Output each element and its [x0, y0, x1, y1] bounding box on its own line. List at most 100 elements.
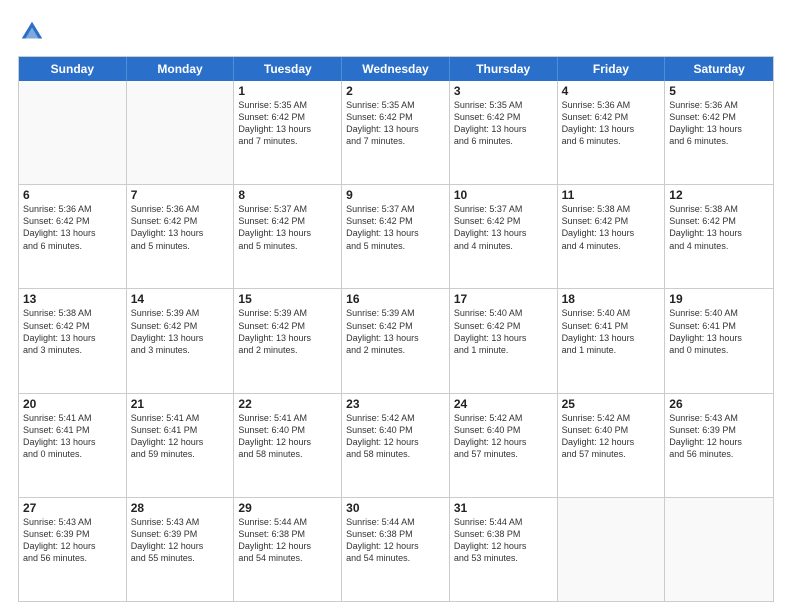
day-info: Sunrise: 5:41 AM Sunset: 6:40 PM Dayligh… [238, 412, 337, 461]
day-number: 31 [454, 501, 553, 515]
day-cell-19: 19Sunrise: 5:40 AM Sunset: 6:41 PM Dayli… [665, 289, 773, 392]
day-number: 11 [562, 188, 661, 202]
header-day-saturday: Saturday [665, 57, 773, 81]
day-number: 4 [562, 84, 661, 98]
day-number: 18 [562, 292, 661, 306]
day-number: 10 [454, 188, 553, 202]
day-info: Sunrise: 5:40 AM Sunset: 6:41 PM Dayligh… [562, 307, 661, 356]
calendar: SundayMondayTuesdayWednesdayThursdayFrid… [18, 56, 774, 602]
day-cell-28: 28Sunrise: 5:43 AM Sunset: 6:39 PM Dayli… [127, 498, 235, 601]
day-info: Sunrise: 5:43 AM Sunset: 6:39 PM Dayligh… [131, 516, 230, 565]
day-info: Sunrise: 5:37 AM Sunset: 6:42 PM Dayligh… [238, 203, 337, 252]
day-cell-9: 9Sunrise: 5:37 AM Sunset: 6:42 PM Daylig… [342, 185, 450, 288]
header-day-sunday: Sunday [19, 57, 127, 81]
day-number: 14 [131, 292, 230, 306]
day-cell-16: 16Sunrise: 5:39 AM Sunset: 6:42 PM Dayli… [342, 289, 450, 392]
day-info: Sunrise: 5:42 AM Sunset: 6:40 PM Dayligh… [562, 412, 661, 461]
day-info: Sunrise: 5:38 AM Sunset: 6:42 PM Dayligh… [562, 203, 661, 252]
day-cell-21: 21Sunrise: 5:41 AM Sunset: 6:41 PM Dayli… [127, 394, 235, 497]
header-day-wednesday: Wednesday [342, 57, 450, 81]
day-cell-4: 4Sunrise: 5:36 AM Sunset: 6:42 PM Daylig… [558, 81, 666, 184]
calendar-body: 1Sunrise: 5:35 AM Sunset: 6:42 PM Daylig… [19, 81, 773, 601]
day-number: 9 [346, 188, 445, 202]
day-number: 21 [131, 397, 230, 411]
day-info: Sunrise: 5:35 AM Sunset: 6:42 PM Dayligh… [454, 99, 553, 148]
week-row-5: 27Sunrise: 5:43 AM Sunset: 6:39 PM Dayli… [19, 497, 773, 601]
day-info: Sunrise: 5:42 AM Sunset: 6:40 PM Dayligh… [346, 412, 445, 461]
day-cell-6: 6Sunrise: 5:36 AM Sunset: 6:42 PM Daylig… [19, 185, 127, 288]
day-info: Sunrise: 5:35 AM Sunset: 6:42 PM Dayligh… [346, 99, 445, 148]
day-info: Sunrise: 5:44 AM Sunset: 6:38 PM Dayligh… [454, 516, 553, 565]
day-number: 28 [131, 501, 230, 515]
day-info: Sunrise: 5:39 AM Sunset: 6:42 PM Dayligh… [131, 307, 230, 356]
day-number: 20 [23, 397, 122, 411]
day-cell-2: 2Sunrise: 5:35 AM Sunset: 6:42 PM Daylig… [342, 81, 450, 184]
day-number: 23 [346, 397, 445, 411]
day-info: Sunrise: 5:37 AM Sunset: 6:42 PM Dayligh… [346, 203, 445, 252]
empty-cell [665, 498, 773, 601]
day-cell-12: 12Sunrise: 5:38 AM Sunset: 6:42 PM Dayli… [665, 185, 773, 288]
day-number: 13 [23, 292, 122, 306]
week-row-2: 6Sunrise: 5:36 AM Sunset: 6:42 PM Daylig… [19, 184, 773, 288]
day-number: 19 [669, 292, 769, 306]
day-info: Sunrise: 5:44 AM Sunset: 6:38 PM Dayligh… [238, 516, 337, 565]
day-cell-5: 5Sunrise: 5:36 AM Sunset: 6:42 PM Daylig… [665, 81, 773, 184]
day-cell-14: 14Sunrise: 5:39 AM Sunset: 6:42 PM Dayli… [127, 289, 235, 392]
day-cell-29: 29Sunrise: 5:44 AM Sunset: 6:38 PM Dayli… [234, 498, 342, 601]
day-cell-27: 27Sunrise: 5:43 AM Sunset: 6:39 PM Dayli… [19, 498, 127, 601]
day-info: Sunrise: 5:42 AM Sunset: 6:40 PM Dayligh… [454, 412, 553, 461]
day-cell-20: 20Sunrise: 5:41 AM Sunset: 6:41 PM Dayli… [19, 394, 127, 497]
day-cell-7: 7Sunrise: 5:36 AM Sunset: 6:42 PM Daylig… [127, 185, 235, 288]
day-number: 2 [346, 84, 445, 98]
day-info: Sunrise: 5:39 AM Sunset: 6:42 PM Dayligh… [238, 307, 337, 356]
day-number: 1 [238, 84, 337, 98]
day-number: 27 [23, 501, 122, 515]
day-info: Sunrise: 5:43 AM Sunset: 6:39 PM Dayligh… [669, 412, 769, 461]
day-cell-10: 10Sunrise: 5:37 AM Sunset: 6:42 PM Dayli… [450, 185, 558, 288]
day-number: 24 [454, 397, 553, 411]
day-cell-15: 15Sunrise: 5:39 AM Sunset: 6:42 PM Dayli… [234, 289, 342, 392]
empty-cell [127, 81, 235, 184]
day-info: Sunrise: 5:38 AM Sunset: 6:42 PM Dayligh… [669, 203, 769, 252]
day-cell-3: 3Sunrise: 5:35 AM Sunset: 6:42 PM Daylig… [450, 81, 558, 184]
day-number: 30 [346, 501, 445, 515]
calendar-header-row: SundayMondayTuesdayWednesdayThursdayFrid… [19, 57, 773, 81]
day-info: Sunrise: 5:35 AM Sunset: 6:42 PM Dayligh… [238, 99, 337, 148]
day-info: Sunrise: 5:37 AM Sunset: 6:42 PM Dayligh… [454, 203, 553, 252]
logo-icon [18, 18, 46, 46]
day-number: 15 [238, 292, 337, 306]
day-cell-1: 1Sunrise: 5:35 AM Sunset: 6:42 PM Daylig… [234, 81, 342, 184]
day-number: 5 [669, 84, 769, 98]
day-number: 7 [131, 188, 230, 202]
day-number: 29 [238, 501, 337, 515]
empty-cell [19, 81, 127, 184]
logo [18, 18, 50, 46]
header-day-monday: Monday [127, 57, 235, 81]
week-row-3: 13Sunrise: 5:38 AM Sunset: 6:42 PM Dayli… [19, 288, 773, 392]
day-info: Sunrise: 5:41 AM Sunset: 6:41 PM Dayligh… [131, 412, 230, 461]
header-day-thursday: Thursday [450, 57, 558, 81]
day-info: Sunrise: 5:39 AM Sunset: 6:42 PM Dayligh… [346, 307, 445, 356]
day-number: 22 [238, 397, 337, 411]
day-cell-8: 8Sunrise: 5:37 AM Sunset: 6:42 PM Daylig… [234, 185, 342, 288]
day-cell-17: 17Sunrise: 5:40 AM Sunset: 6:42 PM Dayli… [450, 289, 558, 392]
day-info: Sunrise: 5:36 AM Sunset: 6:42 PM Dayligh… [131, 203, 230, 252]
day-number: 26 [669, 397, 769, 411]
header-day-friday: Friday [558, 57, 666, 81]
day-info: Sunrise: 5:36 AM Sunset: 6:42 PM Dayligh… [669, 99, 769, 148]
day-info: Sunrise: 5:44 AM Sunset: 6:38 PM Dayligh… [346, 516, 445, 565]
day-info: Sunrise: 5:41 AM Sunset: 6:41 PM Dayligh… [23, 412, 122, 461]
day-info: Sunrise: 5:43 AM Sunset: 6:39 PM Dayligh… [23, 516, 122, 565]
day-number: 16 [346, 292, 445, 306]
day-cell-18: 18Sunrise: 5:40 AM Sunset: 6:41 PM Dayli… [558, 289, 666, 392]
day-cell-22: 22Sunrise: 5:41 AM Sunset: 6:40 PM Dayli… [234, 394, 342, 497]
day-cell-11: 11Sunrise: 5:38 AM Sunset: 6:42 PM Dayli… [558, 185, 666, 288]
week-row-4: 20Sunrise: 5:41 AM Sunset: 6:41 PM Dayli… [19, 393, 773, 497]
header-day-tuesday: Tuesday [234, 57, 342, 81]
page: SundayMondayTuesdayWednesdayThursdayFrid… [0, 0, 792, 612]
day-cell-30: 30Sunrise: 5:44 AM Sunset: 6:38 PM Dayli… [342, 498, 450, 601]
day-info: Sunrise: 5:36 AM Sunset: 6:42 PM Dayligh… [562, 99, 661, 148]
header [18, 18, 774, 46]
day-info: Sunrise: 5:40 AM Sunset: 6:41 PM Dayligh… [669, 307, 769, 356]
day-cell-13: 13Sunrise: 5:38 AM Sunset: 6:42 PM Dayli… [19, 289, 127, 392]
